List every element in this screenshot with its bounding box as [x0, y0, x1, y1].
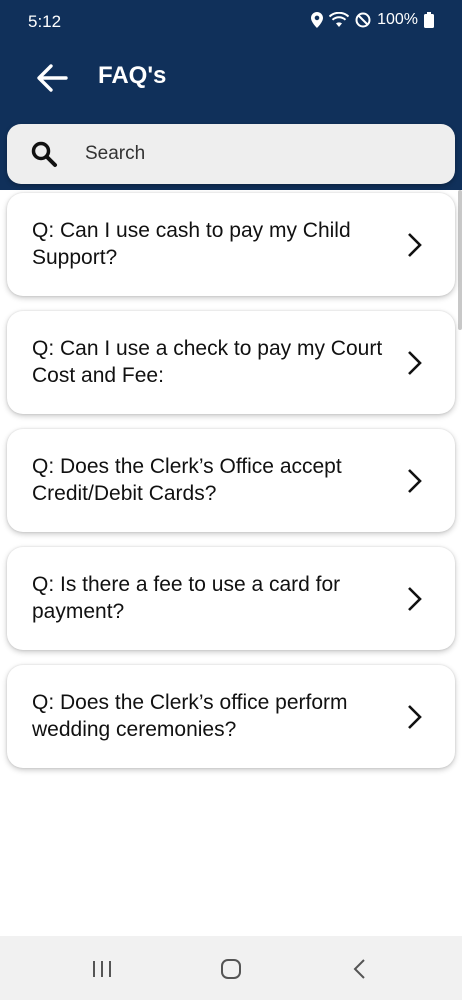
- location-icon: [311, 12, 324, 28]
- search-input[interactable]: [85, 138, 435, 170]
- faq-item[interactable]: Q: Does the Clerk’s Office accept Credit…: [7, 429, 455, 532]
- recent-apps-icon[interactable]: [87, 954, 117, 984]
- search-icon: [31, 141, 57, 167]
- faq-item[interactable]: Q: Can I use a check to pay my Court Cos…: [7, 311, 455, 414]
- wifi-icon: [329, 12, 350, 27]
- chevron-right-icon: [408, 233, 422, 257]
- chevron-right-icon: [408, 705, 422, 729]
- chevron-right-icon: [408, 587, 422, 611]
- faq-question: Q: Is there a fee to use a card for paym…: [32, 573, 341, 623]
- page-title: FAQ's: [98, 62, 167, 89]
- status-bar: 5:12 100%: [0, 0, 462, 44]
- app-bar: FAQ's: [0, 50, 462, 106]
- do-not-disturb-icon: [355, 12, 371, 28]
- faq-question: Q: Does the Clerk’s office perform weddi…: [32, 691, 348, 741]
- search-bar[interactable]: [7, 124, 455, 184]
- battery-percent: 100%: [377, 11, 418, 28]
- chevron-right-icon: [408, 469, 422, 493]
- faq-item[interactable]: Q: Is there a fee to use a card for paym…: [7, 547, 455, 650]
- chevron-right-icon: [408, 351, 422, 375]
- faq-question: Q: Does the Clerk’s Office accept Credit…: [32, 455, 342, 505]
- faq-question: Q: Can I use a check to pay my Court Cos…: [32, 337, 383, 387]
- header: 5:12 100% FAQ's: [0, 0, 462, 190]
- faq-item[interactable]: Q: Can I use cash to pay my Child Suppor…: [7, 193, 455, 296]
- arrow-back-icon[interactable]: [34, 60, 70, 96]
- back-icon[interactable]: [346, 954, 376, 984]
- scrollbar[interactable]: [458, 190, 462, 330]
- system-nav-bar: [0, 936, 462, 1000]
- battery-icon: [424, 12, 434, 28]
- home-icon[interactable]: [216, 954, 246, 984]
- status-time: 5:12: [28, 12, 62, 31]
- faq-item[interactable]: Q: Does the Clerk’s office perform weddi…: [7, 665, 455, 768]
- faq-question: Q: Can I use cash to pay my Child Suppor…: [32, 219, 351, 269]
- status-icons: 100%: [311, 11, 434, 29]
